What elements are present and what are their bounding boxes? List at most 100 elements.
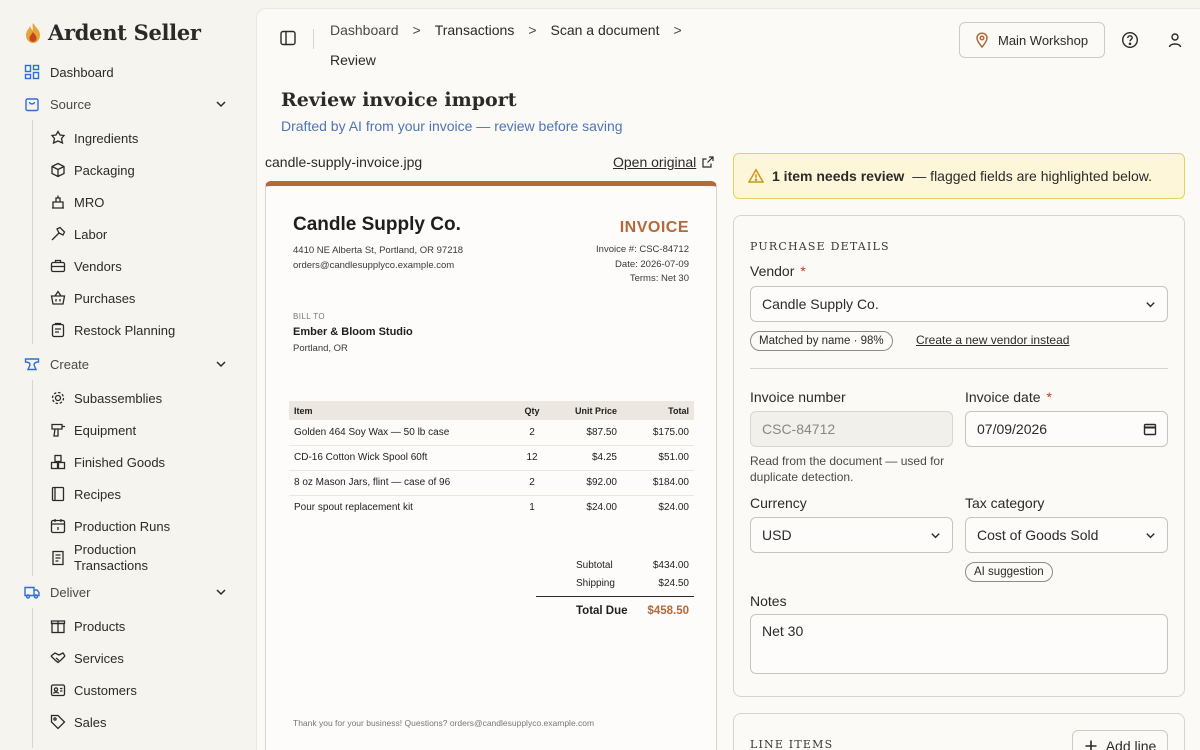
table-cell: $87.50	[552, 420, 622, 446]
user-icon[interactable]	[1166, 31, 1184, 49]
nav-item-labor[interactable]: Labor	[50, 218, 240, 250]
chevron-down-icon	[931, 533, 940, 539]
nav-label: Vendors	[74, 258, 122, 274]
column-header: Qty	[512, 401, 552, 420]
currency-select[interactable]: USD	[750, 517, 953, 553]
nav-item-finished-goods[interactable]: Finished Goods	[50, 446, 240, 478]
nav-label-line1: Production	[74, 542, 137, 557]
chevron-down-icon[interactable]	[214, 97, 228, 111]
nav-label: Subassemblies	[74, 390, 163, 406]
nav-label: Customers	[74, 682, 137, 698]
nav-label-multiline: Production Transactions	[74, 542, 148, 574]
review-alert: 1 item needs review — flagged fields are…	[733, 153, 1185, 199]
tax-category-select[interactable]: Cost of Goods Sold	[965, 517, 1168, 553]
nav-item-vendors[interactable]: Vendors	[50, 250, 240, 282]
chevron-down-icon[interactable]	[214, 585, 228, 599]
table-cell: 2	[512, 420, 552, 446]
nav-label: Ingredients	[74, 130, 139, 146]
invoice-terms: Terms: Net 30	[629, 273, 689, 284]
ai-suggestion-badge: AI suggestion	[965, 562, 1053, 582]
nav-item-services[interactable]: Services	[50, 642, 240, 674]
table-header-row: Item Qty Unit Price Total	[289, 401, 694, 420]
invoice-footer: Thank you for your business! Questions? …	[293, 718, 595, 728]
nav-item-purchases[interactable]: Purchases	[50, 282, 240, 314]
warning-triangle-icon	[748, 168, 764, 183]
dashboard-grid-icon	[24, 64, 40, 80]
nav-item-sales[interactable]: Sales	[50, 706, 240, 738]
nav-item-restock-planning[interactable]: Restock Planning	[50, 314, 240, 346]
table-cell: $51.00	[622, 445, 694, 471]
column-header: Total	[622, 401, 694, 420]
tree-line	[32, 380, 33, 576]
nav-item-packaging[interactable]: Packaging	[50, 154, 240, 186]
nav-dashboard[interactable]: Dashboard	[24, 56, 234, 88]
create-vendor-link[interactable]: Create a new vendor instead	[916, 333, 1069, 347]
receipt-icon	[52, 550, 64, 566]
nav-label: Production Runs	[74, 518, 171, 534]
breadcrumb: Dashboard > Transactions > Scan a document > …	[330, 15, 770, 75]
sidebar: Ardent Seller Dashboard Source Ingredien…	[0, 0, 256, 750]
nav-label: Packaging	[74, 162, 135, 178]
document-filename: candle-supply-invoice.jpg	[265, 154, 423, 170]
open-original-label: Open original	[613, 154, 697, 170]
table-row: Pour spout replacement kit 1 $24.00 $24.…	[289, 495, 694, 520]
subtotal-row: Subtotal $434.00	[536, 556, 694, 574]
nav-item-subassemblies[interactable]: Subassemblies	[50, 382, 240, 414]
table-cell: $92.00	[552, 470, 622, 496]
table-cell: 12	[512, 445, 552, 471]
chevron-down-icon	[1146, 533, 1155, 539]
calendar-icon[interactable]	[1143, 422, 1157, 436]
open-original-link[interactable]: Open original	[613, 154, 714, 170]
page-subtitle: Drafted by AI from your invoice — review…	[281, 118, 623, 134]
brand[interactable]: Ardent Seller	[24, 20, 201, 45]
table-cell: CD-16 Cotton Wick Spool 60ft	[289, 445, 512, 471]
notes-textarea[interactable]: Net 30	[750, 614, 1168, 674]
invoice-company: Candle Supply Co.	[293, 214, 461, 235]
invoice-date-label: Invoice date *	[965, 389, 1052, 405]
currency-value: USD	[762, 527, 792, 543]
add-line-button[interactable]: Add line	[1072, 730, 1168, 750]
chevron-down-icon[interactable]	[214, 357, 228, 371]
calendar-icon	[50, 519, 66, 534]
required-mark: *	[1046, 389, 1052, 405]
invoice-preview: Candle Supply Co. 4410 NE Alberta St, Po…	[265, 181, 717, 750]
table-cell: 1	[529, 502, 535, 514]
invoice-date-value: 07/09/2026	[977, 421, 1048, 437]
breadcrumb-transactions[interactable]: Transactions	[435, 22, 515, 38]
nav-item-equipment[interactable]: Equipment	[50, 414, 240, 446]
invoice-number-input[interactable]: CSC-84712	[750, 411, 953, 447]
invoice-date-input[interactable]: 07/09/2026	[965, 411, 1168, 447]
vendor-label-text: Vendor	[750, 263, 795, 279]
sidebar-toggle-icon[interactable]	[279, 29, 297, 47]
nav-item-customers[interactable]: Customers	[50, 674, 240, 706]
nav-section-deliver[interactable]: Deliver	[24, 576, 234, 608]
purchase-details-card: PURCHASE DETAILS Vendor * Candle Supply C…	[733, 215, 1185, 697]
table-cell: $24.00	[586, 502, 617, 514]
breadcrumb-dashboard[interactable]: Dashboard	[330, 22, 399, 38]
book-icon	[51, 486, 65, 502]
table-cell: 2	[512, 470, 552, 496]
subtotal-value: $434.00	[652, 559, 689, 571]
vendor-select[interactable]: Candle Supply Co.	[750, 286, 1168, 322]
nav-section-create[interactable]: Create	[24, 348, 234, 380]
table-cell: $24.00	[658, 502, 689, 514]
vendor-label: Vendor *	[750, 263, 806, 279]
nav-item-ingredients[interactable]: Ingredients	[50, 122, 240, 154]
cog-icon	[51, 391, 65, 405]
help-icon[interactable]	[1121, 31, 1139, 49]
nav-item-products[interactable]: Products	[50, 610, 240, 642]
nav-item-recipes[interactable]: Recipes	[50, 478, 240, 510]
nav-item-production-runs[interactable]: Production Runs	[50, 510, 240, 542]
bill-to-label: BILL TO	[293, 312, 326, 321]
workshop-selector-button[interactable]: Main Workshop	[959, 22, 1105, 58]
shopping-bag-icon	[25, 98, 39, 112]
workshop-label: Main Workshop	[998, 32, 1089, 48]
breadcrumb-scan[interactable]: Scan a document	[551, 22, 660, 38]
total-due-value: $458.50	[647, 605, 689, 617]
table-row: CD-16 Cotton Wick Spool 60ft 12 $4.25 $5…	[289, 445, 694, 471]
handshake-icon	[50, 652, 66, 664]
nav-item-mro[interactable]: MRO	[50, 186, 240, 218]
nav-item-production-transactions[interactable]: Production Transactions	[50, 542, 240, 574]
clipboard-icon	[51, 322, 65, 338]
nav-section-source[interactable]: Source	[24, 88, 234, 120]
